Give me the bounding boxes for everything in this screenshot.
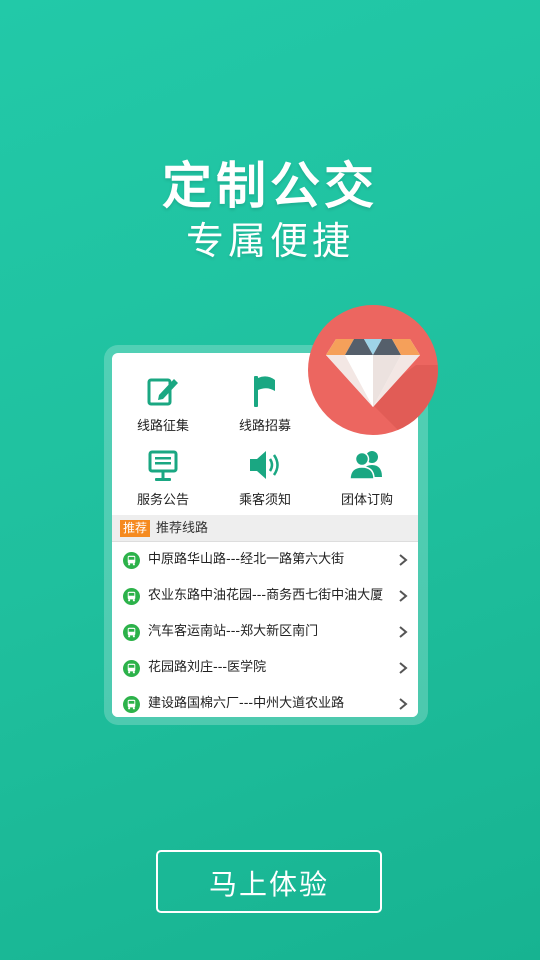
chevron-right-icon	[399, 662, 408, 674]
feature-label: 服务公告	[136, 493, 189, 508]
chevron-right-icon	[399, 626, 408, 638]
route-name: 农业东路中油花园---商务西七街中油大厦	[148, 588, 384, 603]
route-item[interactable]: 花园路刘庄---医学院	[112, 650, 418, 687]
feature-label: 乘客须知	[238, 493, 291, 508]
try-now-button[interactable]: 马上体验	[156, 850, 382, 913]
diamond-badge	[308, 305, 438, 435]
feature-route-collect[interactable]: 线路征集	[112, 363, 214, 437]
chevron-right-icon	[399, 698, 408, 710]
chevron-right-icon	[399, 554, 408, 566]
feature-passenger-notice[interactable]: 乘客须知	[214, 437, 316, 511]
route-item[interactable]: 中原路华山路---经北一路第六大街	[112, 542, 418, 579]
route-item[interactable]: 农业东路中油花园---商务西七街中油大厦	[112, 578, 418, 615]
recommended-title: 推荐线路	[156, 521, 209, 536]
chevron-right-icon	[399, 590, 408, 602]
feature-service-notice[interactable]: 服务公告	[112, 437, 214, 511]
bus-icon	[123, 552, 140, 569]
speaker-icon	[250, 451, 279, 479]
bus-icon	[123, 624, 140, 641]
edit-icon	[147, 378, 178, 406]
feature-label: 线路征集	[136, 419, 189, 434]
bus-icon	[123, 696, 140, 713]
feature-label: 团体订购	[340, 493, 393, 508]
flag-icon	[254, 376, 275, 407]
feature-group-order[interactable]: 团体订购	[316, 437, 418, 511]
bus-icon	[123, 660, 140, 677]
group-icon	[349, 451, 382, 480]
route-item[interactable]: 汽车客运南站---郑大新区南门	[112, 614, 418, 651]
route-name: 建设路国棉六厂---中州大道农业路	[148, 696, 345, 711]
bus-icon	[123, 588, 140, 605]
feature-label: 线路招募	[238, 419, 291, 434]
diamond-icon	[326, 339, 438, 435]
hero-title: 定制公交	[162, 157, 378, 215]
recommend-badge: 推荐	[120, 520, 151, 537]
route-name: 花园路刘庄---医学院	[148, 660, 267, 675]
route-name: 中原路华山路---经北一路第六大街	[148, 552, 345, 567]
recommended-header: 推荐 推荐线路	[112, 515, 418, 542]
notice-board-icon	[148, 450, 178, 481]
route-name: 汽车客运南站---郑大新区南门	[148, 624, 319, 639]
hero-subtitle: 专属便捷	[185, 219, 354, 263]
feature-route-recruit[interactable]: 线路招募	[214, 363, 316, 437]
route-item[interactable]: 建设路国棉六厂---中州大道农业路	[112, 686, 418, 717]
